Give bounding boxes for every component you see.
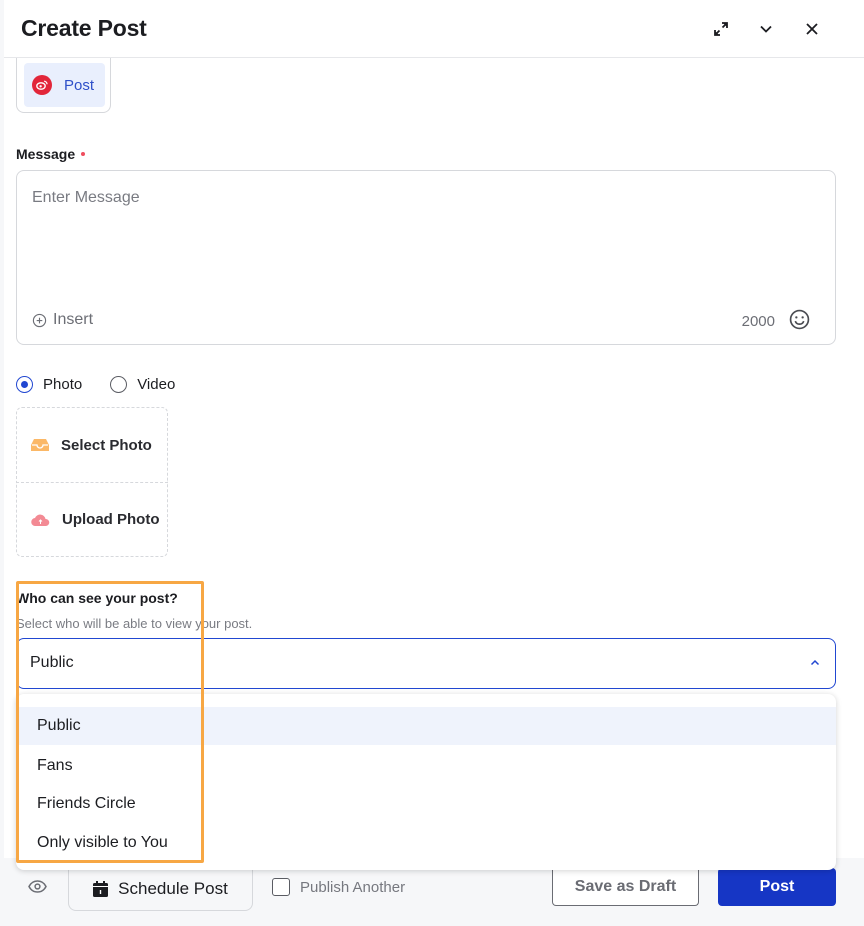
character-count: 2000 (741, 313, 775, 330)
radio-photo-label: Photo (43, 376, 83, 393)
expand-button[interactable] (708, 16, 734, 42)
close-icon (806, 23, 818, 35)
plus-circle-icon (32, 313, 47, 327)
option-fans[interactable]: Fans (16, 747, 836, 785)
channel-label: Post (64, 76, 95, 94)
upload-photo-button[interactable]: Upload Photo (16, 482, 168, 557)
expand-icon (714, 22, 728, 36)
radio-photo[interactable]: Photo (16, 376, 82, 393)
save-draft-button[interactable]: Save as Draft (552, 868, 699, 906)
select-photo-label: Select Photo (61, 436, 152, 454)
schedule-post-label: Schedule Post (118, 879, 228, 898)
option-friends-circle[interactable]: Friends Circle (16, 785, 836, 823)
media-type-radio-group: Photo Video (16, 376, 203, 393)
emoji-button[interactable] (789, 309, 810, 335)
radio-video[interactable]: Video (110, 376, 175, 393)
checkbox-indicator (272, 878, 290, 896)
page-title: Create Post (21, 15, 147, 41)
calendar-icon (93, 881, 109, 897)
chevron-up-icon (810, 659, 820, 666)
visibility-select-value: Public (30, 654, 74, 671)
option-only-you[interactable]: Only visible to You (16, 824, 836, 862)
collapse-button[interactable] (753, 16, 779, 42)
insert-button[interactable]: Insert (32, 311, 93, 329)
preview-button[interactable] (28, 880, 47, 898)
inbox-icon (31, 439, 49, 451)
channel-chip-post[interactable]: Post (24, 63, 105, 107)
required-indicator (81, 152, 86, 157)
visibility-select[interactable]: Public (16, 638, 836, 689)
schedule-post-button[interactable]: Schedule Post (68, 868, 253, 911)
post-button[interactable]: Post (718, 868, 836, 906)
publish-another-label: Publish Another (300, 878, 406, 896)
insert-label: Insert (53, 311, 94, 328)
visibility-subtitle: Select who will be able to view your pos… (16, 616, 253, 631)
message-input[interactable] (32, 189, 812, 207)
message-label-text: Message (16, 146, 76, 162)
close-button[interactable] (799, 16, 825, 42)
visibility-title: Who can see your post? (16, 590, 178, 606)
smiley-icon (789, 309, 810, 330)
message-label: Message (16, 146, 86, 162)
eye-icon (28, 880, 47, 893)
channel-selector: Post (16, 58, 111, 113)
publish-another-checkbox[interactable]: Publish Another (272, 878, 405, 896)
radio-video-indicator (110, 376, 128, 393)
upload-photo-label: Upload Photo (62, 511, 160, 528)
chevron-down-icon (760, 25, 772, 33)
radio-photo-indicator (16, 376, 33, 393)
message-box: Insert 2000 (16, 170, 836, 345)
cloud-upload-icon (31, 514, 50, 526)
panel-header: Create Post (4, 0, 864, 58)
select-photo-button[interactable]: Select Photo (16, 407, 168, 482)
weibo-icon (32, 75, 52, 95)
radio-video-label: Video (137, 376, 176, 393)
create-post-panel: Create Post Post Message Enter Message I… (4, 0, 864, 914)
option-public[interactable]: Public (16, 707, 836, 745)
visibility-dropdown: Public Fans Friends Circle Only visible … (16, 694, 836, 870)
